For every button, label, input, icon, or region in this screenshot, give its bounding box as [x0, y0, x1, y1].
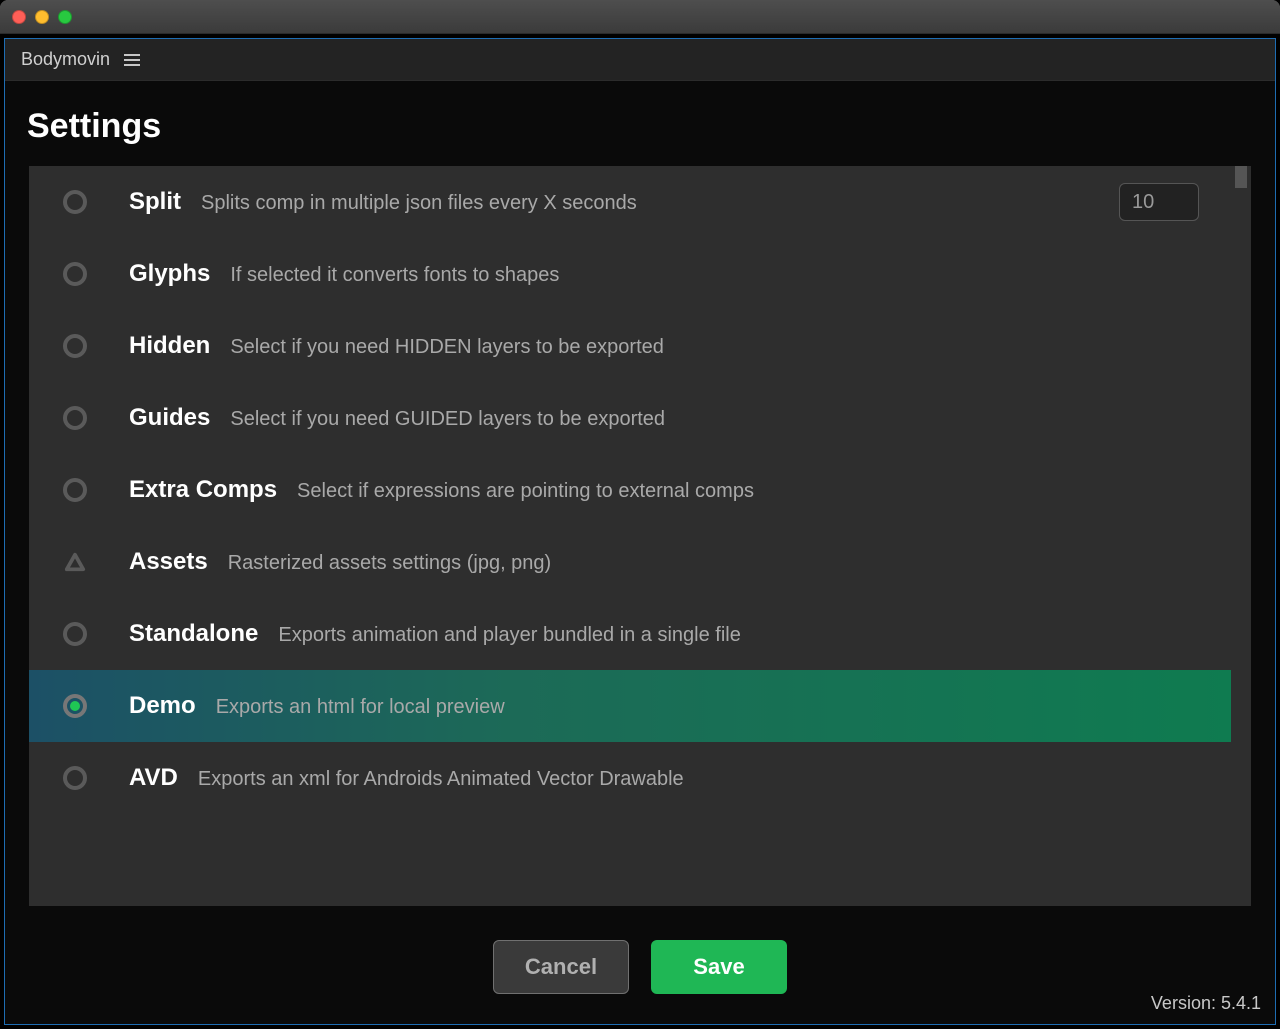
settings-row-glyphs[interactable]: Glyphs If selected it converts fonts to s…: [29, 238, 1231, 310]
cancel-button[interactable]: Cancel: [493, 940, 629, 994]
button-bar: Cancel Save: [5, 906, 1275, 1024]
setting-description: Exports an html for local preview: [216, 696, 505, 719]
setting-label: Guides: [129, 404, 210, 432]
radio-icon[interactable]: [63, 190, 87, 214]
zoom-window-button[interactable]: [58, 10, 72, 24]
app: Bodymovin Settings Split Splits comp in m…: [4, 38, 1276, 1025]
setting-label: Glyphs: [129, 260, 210, 288]
setting-labels: Extra Comps Select if expressions are poi…: [129, 476, 1207, 504]
app-frame: Bodymovin Settings Split Splits comp in m…: [0, 34, 1280, 1029]
setting-labels: Hidden Select if you need HIDDEN layers t…: [129, 332, 1207, 360]
minimize-window-button[interactable]: [35, 10, 49, 24]
setting-labels: Demo Exports an html for local preview: [129, 692, 1207, 720]
setting-label: Standalone: [129, 620, 258, 648]
radio-icon[interactable]: [63, 766, 87, 790]
app-header: Bodymovin: [5, 39, 1275, 81]
page-title: Settings: [5, 81, 1275, 166]
radio-icon[interactable]: [63, 622, 87, 646]
setting-description: Select if you need GUIDED layers to be e…: [230, 408, 665, 431]
setting-labels: AVD Exports an xml for Androids Animated …: [129, 764, 1207, 792]
version-label: Version: 5.4.1: [1151, 993, 1261, 1014]
titlebar: [0, 0, 1280, 34]
setting-description: Rasterized assets settings (jpg, png): [228, 552, 552, 575]
settings-row-standalone[interactable]: Standalone Exports animation and player b…: [29, 598, 1231, 670]
setting-labels: Split Splits comp in multiple json files …: [129, 188, 1119, 216]
settings-list: Split Splits comp in multiple json files …: [29, 166, 1231, 906]
setting-description: Select if expressions are pointing to ex…: [297, 480, 754, 503]
split-seconds-input[interactable]: [1119, 183, 1199, 221]
menu-icon[interactable]: [124, 54, 140, 66]
setting-label: AVD: [129, 764, 178, 792]
setting-label: Demo: [129, 692, 196, 720]
window: Bodymovin Settings Split Splits comp in m…: [0, 0, 1280, 1029]
expand-icon: [63, 550, 87, 574]
settings-row-extra-comps[interactable]: Extra Comps Select if expressions are poi…: [29, 454, 1231, 526]
setting-labels: Glyphs If selected it converts fonts to s…: [129, 260, 1207, 288]
settings-row-avd[interactable]: AVD Exports an xml for Androids Animated …: [29, 742, 1231, 814]
app-name: Bodymovin: [21, 49, 110, 70]
setting-label: Split: [129, 188, 181, 216]
settings-row-split[interactable]: Split Splits comp in multiple json files …: [29, 166, 1231, 238]
radio-icon[interactable]: [63, 694, 87, 718]
setting-label: Assets: [129, 548, 208, 576]
radio-icon[interactable]: [63, 334, 87, 358]
radio-icon[interactable]: [63, 262, 87, 286]
settings-row-assets[interactable]: Assets Rasterized assets settings (jpg, p…: [29, 526, 1231, 598]
settings-row-hidden[interactable]: Hidden Select if you need HIDDEN layers t…: [29, 310, 1231, 382]
setting-labels: Assets Rasterized assets settings (jpg, p…: [129, 548, 1207, 576]
setting-labels: Standalone Exports animation and player b…: [129, 620, 1207, 648]
setting-description: Exports an xml for Androids Animated Vec…: [198, 768, 684, 791]
setting-label: Extra Comps: [129, 476, 277, 504]
setting-description: If selected it converts fonts to shapes: [230, 264, 559, 287]
save-button[interactable]: Save: [651, 940, 787, 994]
setting-label: Hidden: [129, 332, 210, 360]
setting-labels: Guides Select if you need GUIDED layers t…: [129, 404, 1207, 432]
setting-description: Exports animation and player bundled in …: [278, 624, 741, 647]
setting-description: Select if you need HIDDEN layers to be e…: [230, 336, 664, 359]
scrollbar-track[interactable]: [1231, 166, 1251, 906]
settings-row-demo[interactable]: Demo Exports an html for local preview: [29, 670, 1231, 742]
settings-panel: Split Splits comp in multiple json files …: [29, 166, 1251, 906]
scrollbar-thumb[interactable]: [1235, 166, 1247, 188]
settings-row-guides[interactable]: Guides Select if you need GUIDED layers t…: [29, 382, 1231, 454]
close-window-button[interactable]: [12, 10, 26, 24]
setting-description: Splits comp in multiple json files every…: [201, 192, 637, 215]
radio-icon[interactable]: [63, 478, 87, 502]
radio-icon[interactable]: [63, 406, 87, 430]
